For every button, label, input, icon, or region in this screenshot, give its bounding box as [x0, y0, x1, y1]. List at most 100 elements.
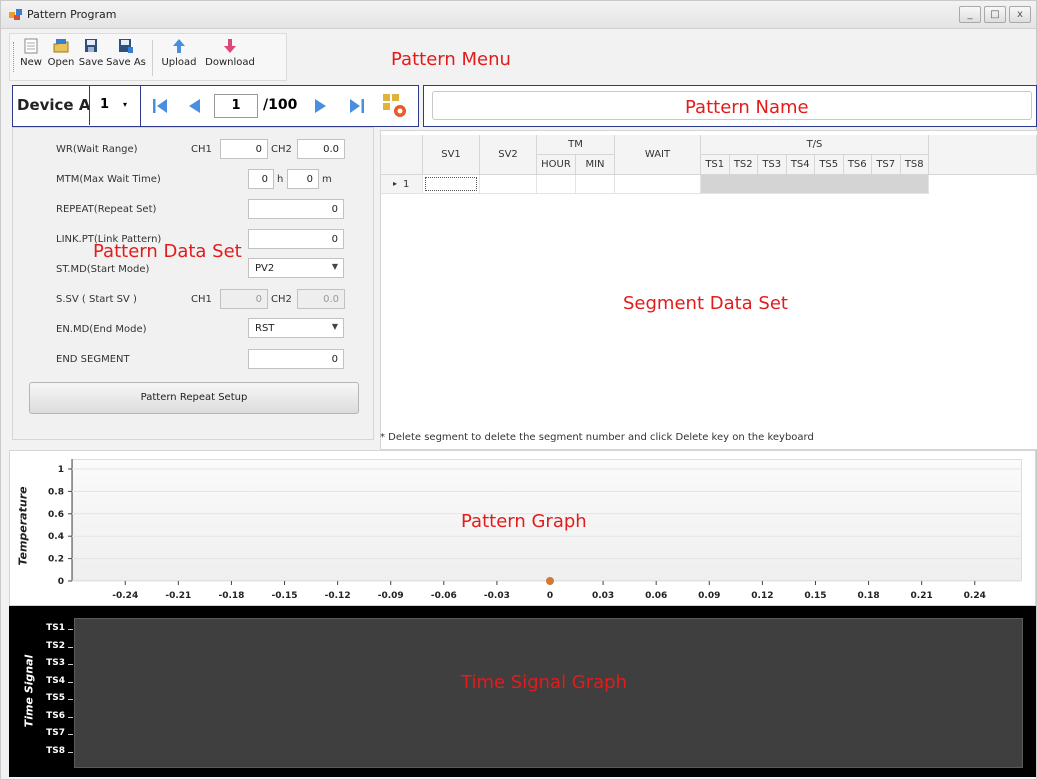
column-header-ts4[interactable]: TS4: [786, 155, 815, 175]
x-tick-label: -0.24: [112, 591, 138, 601]
device-selector-box: Device A 1 ▾: [12, 85, 141, 127]
wr-ch1-field[interactable]: 0: [220, 139, 268, 159]
pattern-menu-toolbar: New Open Save Save As Upload Download: [9, 33, 287, 81]
mtm-minutes-unit: m: [322, 174, 332, 185]
device-number-dropdown[interactable]: 1 ▾: [89, 86, 141, 125]
start-sv-ch2-field: 0.0: [297, 289, 345, 309]
column-header-ts8[interactable]: TS8: [900, 155, 929, 175]
wr-ch2-field[interactable]: 0.0: [297, 139, 345, 159]
start-mode-value: PV2: [255, 263, 275, 274]
column-header-ts6[interactable]: TS6: [843, 155, 872, 175]
start-sv-ch1-field: 0: [220, 289, 268, 309]
cell-sv2[interactable]: [480, 175, 537, 194]
column-header-sv2[interactable]: SV2: [480, 135, 537, 175]
new-button[interactable]: New: [19, 38, 43, 78]
maximize-button[interactable]: □: [984, 6, 1006, 23]
column-header-ts2[interactable]: TS2: [729, 155, 758, 175]
time-signal-tick-mark: [68, 716, 73, 718]
download-button[interactable]: Download: [202, 38, 258, 78]
cell-wait[interactable]: [615, 175, 701, 194]
repeat-field[interactable]: 0: [248, 199, 344, 219]
last-page-icon[interactable]: [348, 97, 366, 115]
time-signal-plot-area[interactable]: [74, 618, 1023, 768]
start-mode-dropdown[interactable]: PV2 ▼: [248, 258, 344, 278]
column-header-ts3[interactable]: TS3: [758, 155, 787, 175]
time-signal-tick-mark: [68, 681, 73, 683]
x-tick-label: -0.15: [272, 591, 298, 601]
window-title: Pattern Program: [27, 8, 117, 21]
mtm-hours-field[interactable]: 0: [248, 169, 274, 189]
start-sv-label: S.SV ( Start SV ): [56, 294, 137, 305]
start-sv-ch2-label: CH2: [271, 294, 292, 305]
cell-min[interactable]: [576, 175, 615, 194]
page-total: /100: [263, 97, 298, 113]
time-signal-axis-title-text: Time Signal: [22, 654, 36, 728]
end-mode-label: EN.MD(End Mode): [56, 324, 147, 335]
start-sv-ch1-label: CH1: [191, 294, 212, 305]
end-mode-dropdown[interactable]: RST ▼: [248, 318, 344, 338]
y-tick-label: 0.6: [48, 510, 64, 520]
table-row-header[interactable]: ▸ 1: [381, 175, 423, 194]
annotation-pattern-menu: Pattern Menu: [391, 49, 511, 70]
column-header-ts7[interactable]: TS7: [872, 155, 901, 175]
app-icon: [9, 9, 22, 20]
chevron-down-icon: ▼: [331, 322, 338, 331]
save-disk-icon: [85, 39, 97, 52]
open-label: Open: [47, 57, 75, 68]
toolbar-grip[interactable]: [13, 42, 15, 72]
pattern-program-window: Pattern Program _ □ x New Open Save Save…: [0, 0, 1037, 780]
segment-data-grid: SV1 SV2 TM HOUR MIN WAIT T/S TS1 TS2 TS3…: [380, 130, 1037, 450]
first-page-icon[interactable]: [151, 97, 169, 115]
row-number: 1: [403, 179, 410, 190]
wr-ch2-label: CH2: [271, 144, 292, 155]
next-page-icon[interactable]: [313, 97, 329, 115]
end-mode-value: RST: [255, 323, 275, 334]
repeat-label: REPEAT(Repeat Set): [56, 204, 157, 215]
open-folder-icon: [53, 39, 69, 53]
upload-button[interactable]: Upload: [158, 38, 200, 78]
time-signal-tick-mark: [68, 734, 73, 735]
save-button[interactable]: Save: [78, 38, 104, 78]
new-label: New: [20, 57, 42, 68]
current-row-marker-icon: ▸: [393, 179, 398, 188]
cell-ts-group[interactable]: [701, 175, 929, 194]
device-label: Device A: [17, 96, 89, 114]
save-as-button[interactable]: Save As: [105, 38, 147, 78]
column-header-wait[interactable]: WAIT: [615, 135, 701, 175]
column-header-hour[interactable]: HOUR: [537, 155, 576, 175]
time-signal-channel-label: TS6: [46, 710, 65, 721]
pattern-repeat-setup-button[interactable]: Pattern Repeat Setup: [29, 382, 359, 414]
time-signal-tick-mark: [68, 699, 73, 700]
end-segment-field[interactable]: 0: [248, 349, 344, 369]
page-number-input[interactable]: 1: [214, 94, 258, 118]
minimize-button[interactable]: _: [959, 6, 981, 23]
upload-arrow-icon: [173, 39, 185, 53]
open-button[interactable]: Open: [46, 38, 76, 78]
close-button[interactable]: x: [1009, 6, 1031, 23]
cell-hour[interactable]: [537, 175, 576, 194]
chevron-down-icon: ▾: [123, 100, 128, 109]
x-tick-label: 0: [547, 591, 553, 601]
link-pattern-field[interactable]: 0: [248, 229, 344, 249]
annotation-pattern-graph: Pattern Graph: [461, 511, 587, 532]
data-point: [546, 577, 554, 585]
save-label: Save: [78, 57, 104, 68]
time-signal-channel-label: TS5: [46, 693, 65, 703]
x-tick-label: -0.18: [218, 591, 244, 601]
column-header-sv1[interactable]: SV1: [423, 135, 480, 175]
pattern-settings-icon[interactable]: [381, 92, 409, 120]
column-header-ts5[interactable]: TS5: [815, 155, 844, 175]
x-tick-label: -0.03: [484, 591, 510, 601]
column-header-ts1[interactable]: TS1: [701, 155, 730, 175]
column-header-min[interactable]: MIN: [576, 155, 615, 175]
segment-delete-note: * Delete segment to delete the segment n…: [380, 432, 814, 443]
time-signal-tick-mark: [68, 646, 73, 648]
previous-page-icon[interactable]: [186, 97, 202, 115]
y-tick-label: 0.2: [48, 555, 64, 565]
mtm-minutes-field[interactable]: 0: [287, 169, 319, 189]
time-signal-tick-mark: [68, 751, 73, 753]
toolbar-separator: [152, 40, 153, 76]
time-signal-channel-label: TS7: [46, 728, 65, 738]
wr-ch1-label: CH1: [191, 144, 212, 155]
cell-sv1[interactable]: [423, 175, 480, 194]
